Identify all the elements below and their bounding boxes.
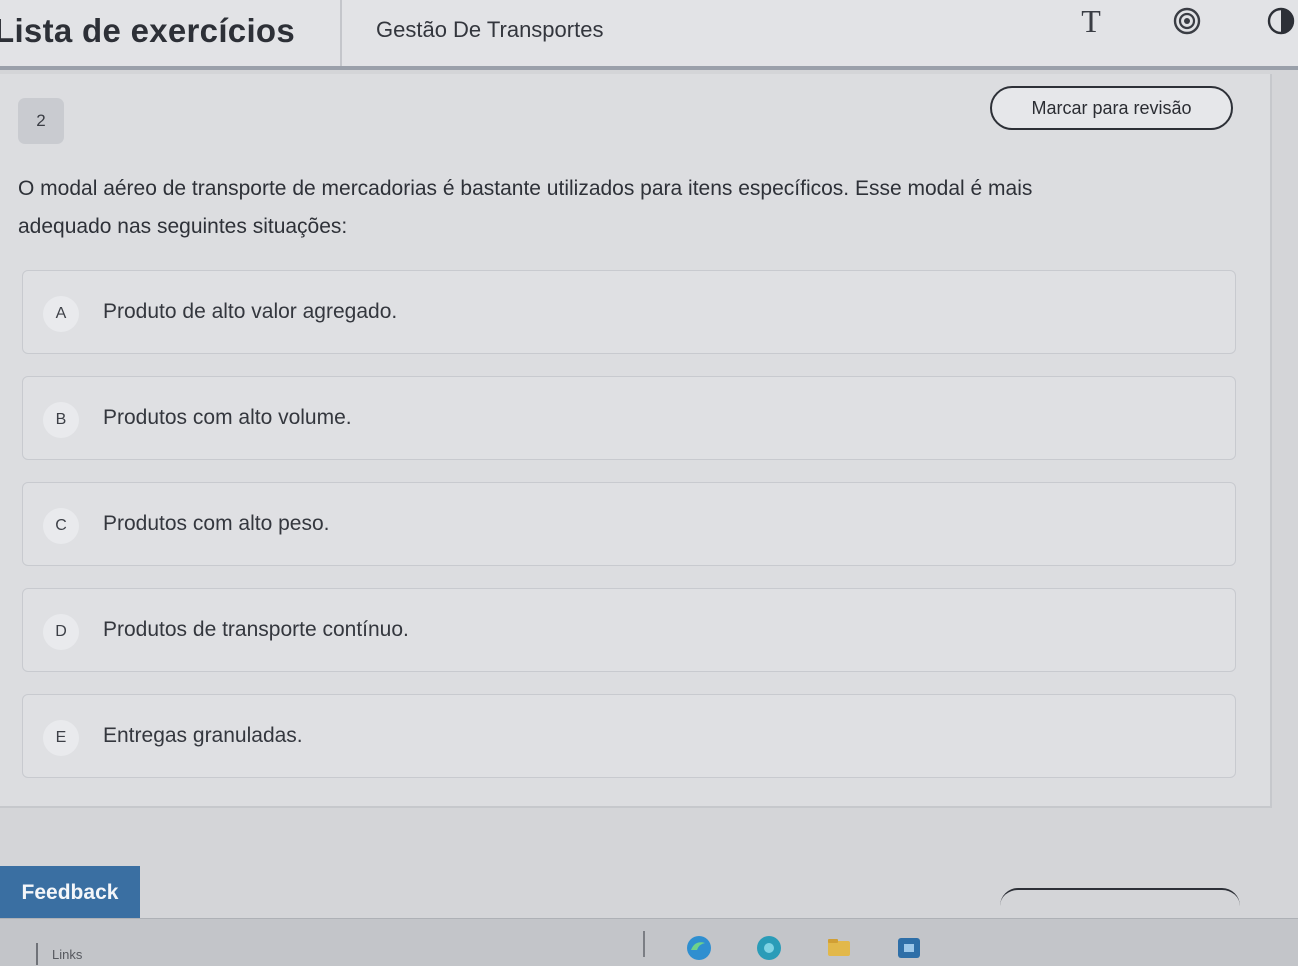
exercise-page: Lista de exercícios Gestão De Transporte… [0,0,1298,966]
font-size-icon[interactable]: T [1074,3,1108,39]
browser-icon[interactable] [754,933,784,963]
question-text-line-1: O modal aéreo de transporte de mercadori… [18,177,1033,200]
taskbar-separator [36,943,38,965]
audio-icon[interactable] [1170,4,1204,38]
option-b[interactable]: B Produtos com alto volume. [22,376,1236,460]
option-text: Produtos com alto peso. [103,512,330,535]
question-text-line-2: adequado nas seguintes situações: [18,215,348,238]
option-text: Produtos de transporte contínuo. [103,618,409,641]
option-letter: D [43,614,79,650]
course-title: Gestão De Transportes [376,17,604,42]
file-explorer-icon[interactable] [824,933,854,963]
option-text: Entregas granuladas. [103,724,303,747]
option-c[interactable]: C Produtos com alto peso. [22,482,1236,566]
option-letter: C [43,508,79,544]
question-card: 2 Marcar para revisão O modal aéreo de t… [0,74,1272,808]
contrast-icon[interactable] [1264,4,1298,38]
option-letter: B [43,402,79,438]
store-icon[interactable] [894,933,924,963]
option-letter: A [43,296,79,332]
question-text: O modal aéreo de transporte de mercadori… [18,170,1228,246]
top-header: Lista de exercícios Gestão De Transporte… [0,0,1298,70]
taskbar: Links [0,918,1298,966]
option-e[interactable]: E Entregas granuladas. [22,694,1236,778]
app-title: Lista de exercícios [0,12,296,49]
links-label[interactable]: Links [52,947,82,962]
header-divider [340,0,342,66]
partial-button-outline [1000,888,1240,918]
question-number: 2 [18,98,64,144]
taskbar-separator [643,931,645,957]
edge-browser-icon[interactable] [684,933,714,963]
option-d[interactable]: D Produtos de transporte contínuo. [22,588,1236,672]
feedback-button[interactable]: Feedback [0,866,140,920]
option-text: Produtos com alto volume. [103,406,352,429]
option-letter: E [43,720,79,756]
option-text: Produto de alto valor agregado. [103,300,398,323]
mark-for-review-button[interactable]: Marcar para revisão [990,86,1233,130]
option-a[interactable]: A Produto de alto valor agregado. [22,270,1236,354]
